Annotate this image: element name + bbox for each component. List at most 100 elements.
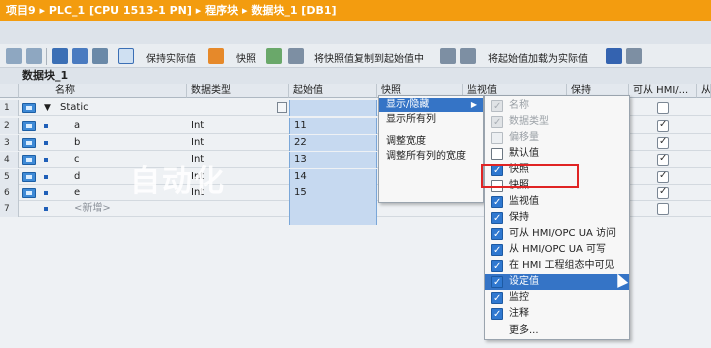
hmi-access-checkbox[interactable]: [657, 170, 669, 183]
upload-icon[interactable]: [626, 48, 642, 64]
submenu-arrow-icon: ▶: [470, 100, 477, 109]
row-number: 1: [0, 100, 19, 116]
bullet-icon: [44, 124, 48, 128]
download-icon[interactable]: [606, 48, 622, 64]
snapshot-button[interactable]: 快照: [236, 50, 256, 65]
submenu-item-more[interactable]: 更多...: [485, 323, 629, 339]
column-header-datatype[interactable]: 数据类型: [187, 84, 289, 98]
column-header-name[interactable]: 名称: [19, 84, 187, 98]
submenu-item-setpoint[interactable]: 设定值: [485, 274, 629, 291]
load-start-as-actual-button[interactable]: 将起始值加载为实际值: [488, 50, 588, 65]
expand-toggle-icon[interactable]: ▼: [44, 100, 51, 116]
copy-snapshot-to-start-button[interactable]: 将快照值复制到起始值中: [314, 50, 424, 65]
hmi-access-checkbox[interactable]: [657, 186, 669, 199]
list-icon[interactable]: [92, 48, 108, 64]
snapshot-icon[interactable]: [208, 48, 224, 64]
hmi-access-checkbox[interactable]: [657, 102, 669, 114]
row-start-value[interactable]: 22: [289, 135, 377, 151]
row-name[interactable]: Static: [60, 100, 89, 116]
row-number: 5: [0, 169, 19, 185]
breadcrumb-plc[interactable]: PLC_1 [CPU 1513-1 PN]: [49, 4, 192, 17]
checkbox-icon: [491, 99, 503, 115]
hmi-access-checkbox[interactable]: [657, 119, 669, 132]
copy-snapshot-icon[interactable]: [266, 48, 282, 64]
hmi-access-checkbox[interactable]: [657, 203, 669, 215]
row-number-header: [0, 84, 19, 98]
row-start-value[interactable]: 11: [289, 118, 377, 134]
submenu-item-offset: 偏移量: [485, 130, 629, 146]
row-datatype[interactable]: Int: [191, 118, 204, 134]
submenu-item-supervision[interactable]: 监控: [485, 290, 629, 307]
highlight-box: [481, 164, 579, 188]
submenu-item-hmi-visible[interactable]: 在 HMI 工程组态中可见: [485, 258, 629, 275]
bullet-icon: [44, 207, 48, 211]
menu-item-show-all-columns[interactable]: 显示所有列: [379, 113, 483, 127]
column-header-hmi-access[interactable]: 可从 HMI/...: [629, 84, 697, 98]
row-name[interactable]: b: [74, 135, 80, 151]
hmi-access-checkbox[interactable]: [657, 153, 669, 166]
block-name: 数据块_1: [22, 69, 69, 82]
submenu-item-hmi-access[interactable]: 可从 HMI/OPC UA 访问: [485, 226, 629, 243]
checkbox-icon: [491, 195, 503, 211]
row-start-value[interactable]: 14: [289, 169, 377, 185]
row-number: 2: [0, 118, 19, 134]
menu-item-adjust-all-widths[interactable]: 调整所有列的宽度: [379, 150, 483, 164]
submenu-item-hmi-writable[interactable]: 从 HMI/OPC UA 可写: [485, 242, 629, 259]
insert-row-icon[interactable]: [6, 48, 22, 64]
breadcrumb-sep: ▸: [39, 4, 46, 17]
menu-item-adjust-width[interactable]: 调整宽度: [379, 135, 483, 149]
hmi-access-checkbox[interactable]: [657, 136, 669, 149]
variable-icon: [22, 138, 36, 148]
row-start-value[interactable]: 15: [289, 185, 377, 201]
bullet-icon: [44, 175, 48, 179]
row-start-value[interactable]: [289, 201, 377, 225]
row-name[interactable]: d: [74, 169, 80, 185]
checkbox-icon: [491, 132, 503, 144]
column-header-hmi-writable[interactable]: 从: [697, 84, 711, 98]
breadcrumb-sep: ▸: [241, 4, 248, 17]
header-context-menu: 显示/隐藏 ▶ 显示所有列 调整宽度 调整所有列的宽度: [378, 95, 484, 203]
bullet-icon: [44, 191, 48, 195]
variable-icon: [22, 188, 36, 198]
load-icon[interactable]: [440, 48, 456, 64]
collapse-icon[interactable]: [72, 48, 88, 64]
row-start-value[interactable]: 13: [289, 152, 377, 168]
row-name[interactable]: a: [74, 118, 80, 134]
breadcrumb-db: 数据块_1 [DB1]: [251, 4, 337, 17]
checkbox-icon: [491, 148, 503, 160]
breadcrumb-blocks[interactable]: 程序块: [205, 4, 238, 17]
variable-icon: [22, 155, 36, 165]
row-name[interactable]: c: [74, 152, 80, 168]
keep-actual-button[interactable]: 保持实际值: [146, 50, 196, 65]
column-visibility-submenu: 名称 数据类型 偏移量 默认值 快照 快照 监视值 保持 可从 HMI/OPC …: [484, 95, 630, 340]
copy-snapshot-alt-icon[interactable]: [288, 48, 304, 64]
menu-item-show-hide[interactable]: 显示/隐藏 ▶: [379, 98, 483, 112]
monitor-glasses-icon[interactable]: [118, 48, 134, 64]
checkbox-icon: [491, 243, 503, 259]
column-header-start-value[interactable]: 起始值: [289, 84, 377, 98]
load-alt-icon[interactable]: [460, 48, 476, 64]
submenu-item-retain[interactable]: 保持: [485, 210, 629, 227]
add-row-icon[interactable]: [26, 48, 42, 64]
row-number: 4: [0, 152, 19, 168]
submenu-item-comment[interactable]: 注释: [485, 306, 629, 323]
editor-title-bar: 项目9 ▸ PLC_1 [CPU 1513-1 PN] ▸ 程序块 ▸ 数据块_…: [0, 0, 711, 21]
expand-icon[interactable]: [52, 48, 68, 64]
row-number: 6: [0, 185, 19, 201]
row-start-value[interactable]: [289, 100, 377, 116]
add-new-row[interactable]: <新增>: [74, 201, 111, 217]
submenu-item-monitor-value[interactable]: 监视值: [485, 194, 629, 211]
row-datatype[interactable]: Int: [191, 135, 204, 151]
title-spacer: [0, 21, 711, 44]
checkbox-icon: [491, 115, 503, 131]
row-number: 3: [0, 135, 19, 151]
toolbar-divider: [46, 48, 47, 65]
breadcrumb-sep: ▸: [195, 4, 202, 17]
submenu-item-default-value[interactable]: 默认值: [485, 146, 629, 162]
submenu-item-datatype: 数据类型: [485, 114, 629, 131]
breadcrumb-project[interactable]: 项目9: [6, 4, 36, 17]
row-number: 7: [0, 201, 19, 217]
row-name[interactable]: e: [74, 185, 80, 201]
table-icon[interactable]: [277, 102, 287, 113]
static-section-icon: [22, 103, 36, 113]
